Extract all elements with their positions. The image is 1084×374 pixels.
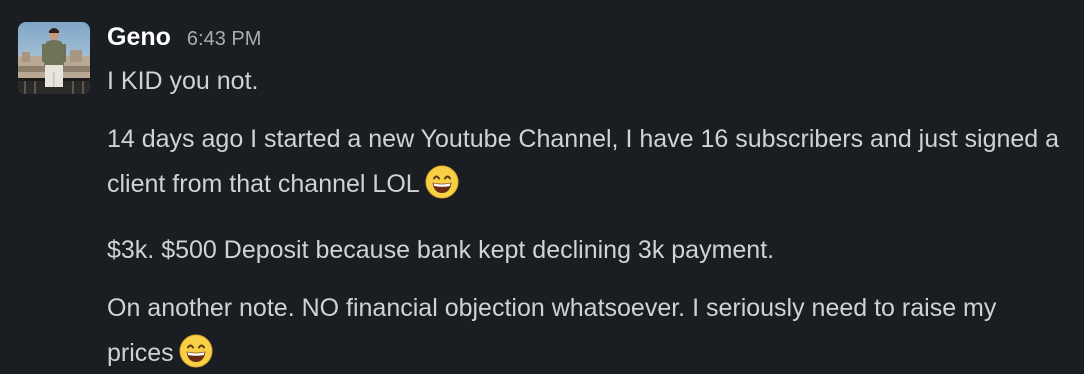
avatar[interactable] (18, 22, 90, 94)
message-paragraph: $3k. $500 Deposit because bank kept decl… (107, 228, 1067, 273)
message-paragraph: I KID you not. (107, 59, 1067, 104)
message-timestamp[interactable]: 6:43 PM (187, 20, 261, 58)
chat-message: Geno 6:43 PM I KID you not. 14 days ago … (0, 0, 1084, 374)
sender-name[interactable]: Geno (107, 18, 171, 56)
paragraph-text: $3k. $500 Deposit because bank kept decl… (107, 236, 775, 264)
paragraph-text: I KID you not. (107, 67, 259, 95)
paragraph-text: On another note. NO financial objection … (107, 294, 997, 367)
grinning-smile-emoji-icon[interactable] (424, 164, 460, 215)
paragraph-text: 14 days ago I started a new Youtube Chan… (107, 125, 1060, 198)
message-header: Geno 6:43 PM (107, 18, 1067, 56)
message-paragraph: 14 days ago I started a new Youtube Chan… (107, 117, 1067, 215)
message-content: Geno 6:43 PM I KID you not. 14 days ago … (107, 18, 1067, 374)
message-paragraph: On another note. NO financial objection … (107, 286, 1067, 374)
grinning-smile-emoji-icon[interactable] (178, 333, 214, 374)
avatar-photo-icon (18, 22, 90, 94)
